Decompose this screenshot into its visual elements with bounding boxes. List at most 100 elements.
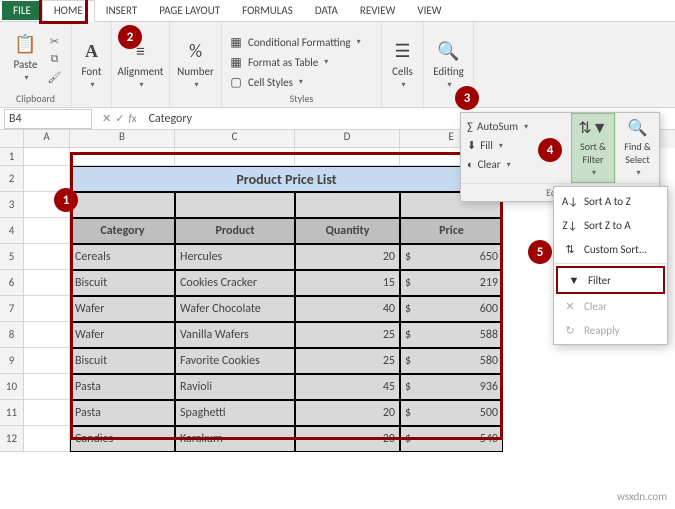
cell[interactable] (70, 148, 175, 166)
font-button[interactable]: A Font ▾ (78, 39, 105, 90)
menu-filter[interactable]: ▼Filter (556, 266, 665, 294)
table-header[interactable]: Product (175, 218, 295, 244)
row-header[interactable]: 6 (0, 270, 24, 296)
cell[interactable] (175, 148, 295, 166)
copy-icon[interactable]: ⧉ (46, 50, 64, 68)
tab-insert[interactable]: INSERT (95, 1, 149, 20)
menu-sort-za[interactable]: Z↓Sort Z to A (554, 213, 667, 237)
cell[interactable]: $588 (400, 322, 503, 348)
name-box[interactable]: B4 (4, 109, 92, 129)
cell[interactable]: $580 (400, 348, 503, 374)
table-title[interactable]: Product Price List (70, 166, 503, 192)
autosum-button[interactable]: ∑AutoSum▾ (467, 117, 565, 136)
cell[interactable]: Biscuit (70, 348, 175, 374)
cell[interactable] (24, 426, 70, 452)
cell[interactable]: 20 (295, 244, 400, 270)
cell[interactable] (24, 348, 70, 374)
row-header[interactable]: 3 (0, 192, 24, 218)
format-painter-icon[interactable]: 🖌 (46, 68, 64, 86)
cell[interactable] (175, 192, 295, 218)
cell[interactable] (24, 296, 70, 322)
row-header[interactable]: 2 (0, 166, 24, 192)
format-as-table-button[interactable]: ▦Format as Table▾ (228, 52, 361, 72)
cancel-icon[interactable]: ✕ (102, 112, 111, 125)
col-header-B[interactable]: B (70, 130, 175, 148)
cell[interactable]: $219 (400, 270, 503, 296)
cell[interactable]: Cereals (70, 244, 175, 270)
cell[interactable]: 45 (295, 374, 400, 400)
tab-page-layout[interactable]: PAGE LAYOUT (148, 1, 231, 20)
tab-review[interactable]: REVIEW (349, 1, 407, 20)
col-header-D[interactable]: D (295, 130, 400, 148)
cell[interactable]: Hercules (175, 244, 295, 270)
cell[interactable]: Biscuit (70, 270, 175, 296)
col-header-A[interactable]: A (24, 130, 70, 148)
table-header[interactable]: Quantity (295, 218, 400, 244)
cut-icon[interactable]: ✂ (46, 32, 64, 50)
cell[interactable]: $540 (400, 426, 503, 452)
cell[interactable]: Vanilla Wafers (175, 322, 295, 348)
cell[interactable]: 25 (295, 348, 400, 374)
cell[interactable]: 40 (295, 296, 400, 322)
cell[interactable] (24, 322, 70, 348)
cell[interactable]: Wafer Chocolate (175, 296, 295, 322)
row-header[interactable]: 8 (0, 322, 24, 348)
menu-sort-az[interactable]: A↓Sort A to Z (554, 189, 667, 213)
cell[interactable]: Ravioli (175, 374, 295, 400)
cell[interactable] (24, 218, 70, 244)
cell[interactable]: Spaghetti (175, 400, 295, 426)
row-header[interactable]: 5 (0, 244, 24, 270)
row-header[interactable]: 10 (0, 374, 24, 400)
cell-styles-button[interactable]: ▢Cell Styles▾ (228, 72, 361, 92)
cell[interactable] (24, 374, 70, 400)
cell[interactable] (24, 270, 70, 296)
find-select-button[interactable]: 🔍 Find & Select▾ (615, 113, 659, 183)
cell[interactable]: Favorite Cookies (175, 348, 295, 374)
paste-button[interactable]: 📋 Paste ▾ (8, 32, 44, 83)
menu-custom-sort[interactable]: ⇅Custom Sort... (554, 237, 667, 261)
row-header[interactable]: 9 (0, 348, 24, 374)
cell[interactable]: Wafer (70, 296, 175, 322)
row-header[interactable]: 1 (0, 148, 24, 166)
cell[interactable]: Cookies Cracker (175, 270, 295, 296)
conditional-formatting-button[interactable]: ▦Conditional Formatting▾ (228, 32, 361, 52)
col-header-C[interactable]: C (175, 130, 295, 148)
cell[interactable]: 15 (295, 270, 400, 296)
row-header[interactable]: 4 (0, 218, 24, 244)
reapply-icon: ↻ (562, 322, 578, 338)
tab-formulas[interactable]: FORMULAS (231, 1, 304, 20)
select-all-cell[interactable] (0, 130, 24, 148)
cell[interactable]: Pasta (70, 400, 175, 426)
cell[interactable]: 20 (295, 426, 400, 452)
cell[interactable] (295, 148, 400, 166)
cell[interactable]: Wafer (70, 322, 175, 348)
cell[interactable]: 20 (295, 400, 400, 426)
cell[interactable]: Candies (70, 426, 175, 452)
cell[interactable]: $500 (400, 400, 503, 426)
row-header[interactable]: 11 (0, 400, 24, 426)
sort-filter-button[interactable]: ⇅▼ Sort & Filter▾ (571, 113, 615, 183)
cell[interactable] (24, 400, 70, 426)
cell[interactable] (24, 244, 70, 270)
cell[interactable] (295, 192, 400, 218)
cells-button[interactable]: ☰ Cells ▾ (388, 39, 417, 90)
cell[interactable] (24, 148, 70, 166)
cell[interactable]: 25 (295, 322, 400, 348)
editing-button[interactable]: 🔍 Editing ▾ (430, 39, 467, 90)
cell[interactable]: $936 (400, 374, 503, 400)
cell[interactable]: $650 (400, 244, 503, 270)
cell[interactable] (70, 192, 175, 218)
tab-data[interactable]: DATA (304, 1, 349, 20)
number-button[interactable]: % Number ▾ (176, 39, 215, 90)
tab-view[interactable]: VIEW (406, 1, 452, 20)
table-header[interactable]: Price (400, 218, 503, 244)
table-header[interactable]: Category (70, 218, 175, 244)
row-header[interactable]: 12 (0, 426, 24, 452)
cell[interactable]: Pasta (70, 374, 175, 400)
enter-icon[interactable]: ✓ (115, 112, 124, 125)
fx-icon[interactable]: fx (128, 112, 136, 125)
row-header[interactable]: 7 (0, 296, 24, 322)
cell[interactable]: Karakum (175, 426, 295, 452)
cell[interactable]: $600 (400, 296, 503, 322)
tab-file[interactable]: FILE (2, 1, 42, 20)
